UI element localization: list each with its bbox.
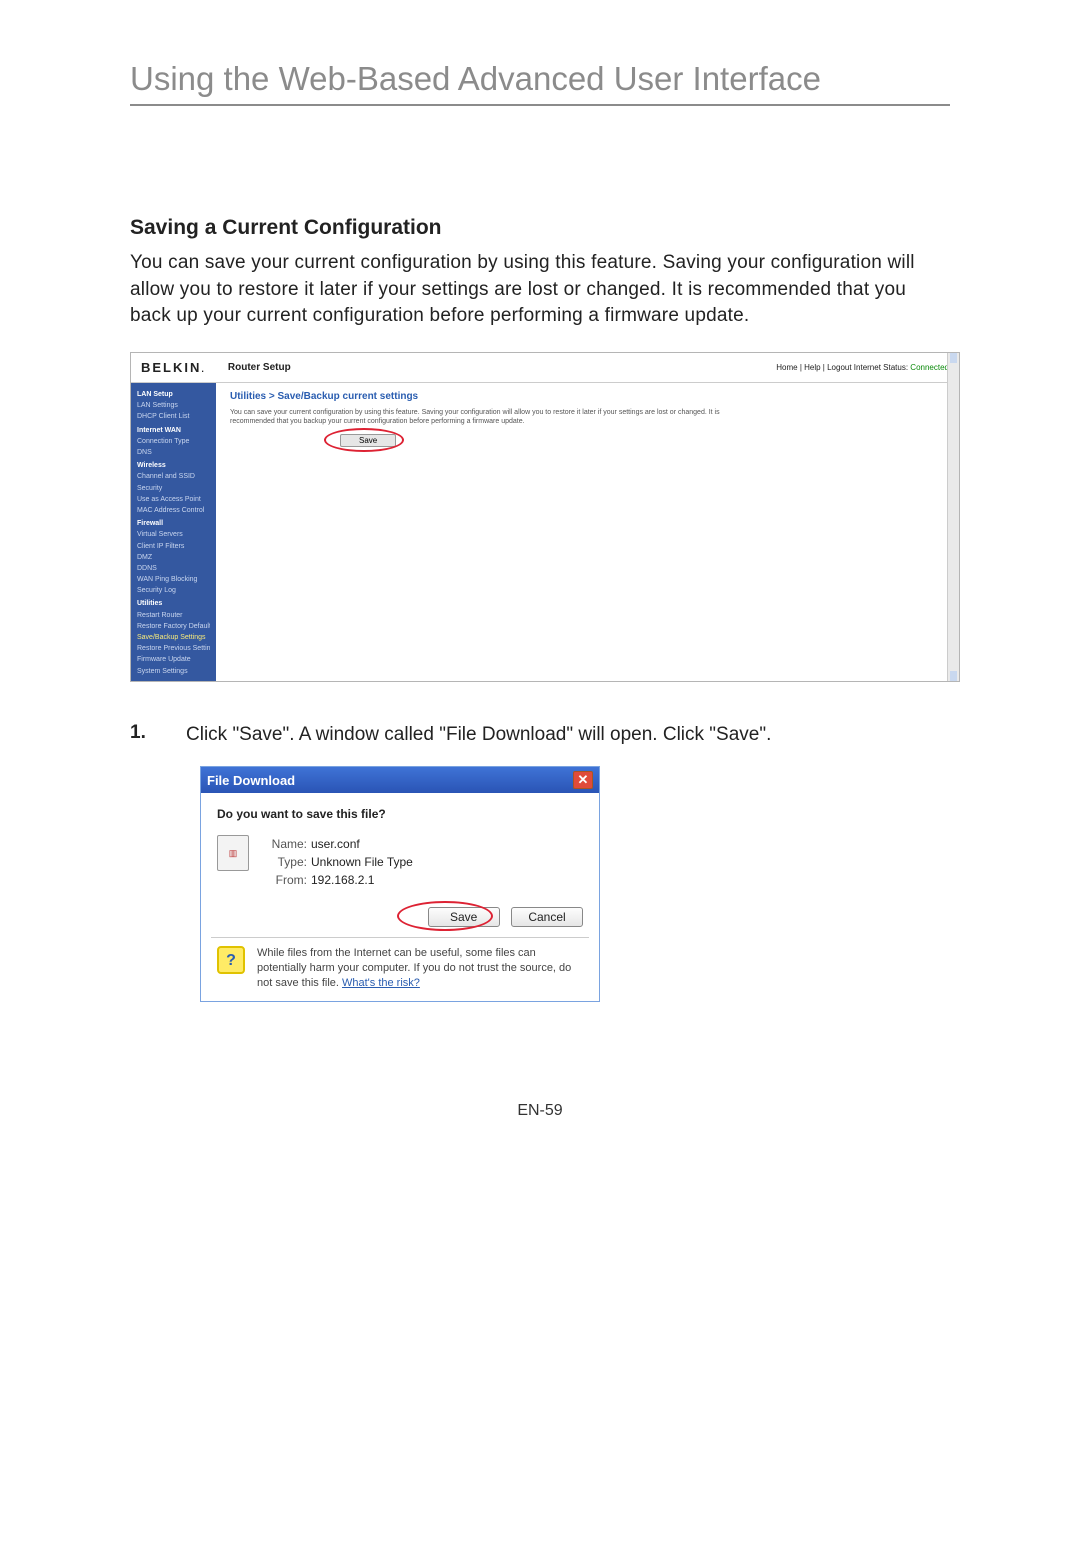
sidebar-item[interactable]: System Settings — [137, 666, 210, 677]
close-icon[interactable]: ✕ — [573, 771, 593, 789]
whats-the-risk-link[interactable]: What's the risk? — [342, 977, 420, 989]
sidebar-item[interactable]: Virtual Servers — [137, 529, 210, 540]
file-icon: ▥ — [217, 835, 249, 871]
step-1: 1. Click "Save". A window called "File D… — [130, 722, 950, 749]
sidebar-item[interactable]: Security — [137, 483, 210, 494]
dialog-question: Do you want to save this file? — [217, 807, 583, 821]
dialog-save-button[interactable]: Save — [428, 907, 500, 927]
file-meta: Name:user.conf Type:Unknown File Type Fr… — [263, 835, 413, 889]
save-button[interactable]: Save — [340, 434, 396, 447]
sidebar-item[interactable]: DHCP Client List — [137, 411, 210, 422]
router-description: You can save your current configuration … — [230, 408, 730, 426]
section-body: You can save your current configuration … — [130, 250, 950, 330]
brand-logo: BELKIN. — [141, 360, 206, 375]
sidebar-item[interactable]: Restart Router — [137, 610, 210, 621]
scrollbar[interactable] — [947, 353, 959, 681]
page-footer: EN-59 — [130, 1102, 950, 1120]
sidebar-item[interactable]: Security Log — [137, 585, 210, 596]
sidebar-item[interactable]: Firewall — [137, 518, 210, 529]
shield-question-icon: ? — [217, 946, 245, 974]
router-sidebar[interactable]: LAN SetupLAN SettingsDHCP Client List Int… — [131, 383, 216, 681]
file-type: Unknown File Type — [311, 855, 413, 869]
divider — [211, 937, 589, 938]
section-heading: Saving a Current Configuration — [130, 216, 950, 240]
breadcrumb: Utilities > Save/Backup current settings — [230, 391, 945, 402]
file-download-dialog: File Download ✕ Do you want to save this… — [200, 766, 600, 1002]
sidebar-item[interactable]: DNS — [137, 447, 210, 458]
sidebar-item[interactable]: WAN Ping Blocking — [137, 574, 210, 585]
sidebar-item[interactable]: Connection Type — [137, 436, 210, 447]
sidebar-item[interactable]: Wireless — [137, 460, 210, 471]
router-header-links[interactable]: Home | Help | Logout Internet Status: Co… — [776, 363, 949, 372]
sidebar-item[interactable]: Restore Factory Default — [137, 621, 210, 632]
file-from: 192.168.2.1 — [311, 873, 374, 887]
dialog-title: File Download — [207, 773, 295, 788]
sidebar-item[interactable]: Firmware Update — [137, 654, 210, 665]
sidebar-item[interactable]: Client IP Filters — [137, 541, 210, 552]
document-page: Using the Web-Based Advanced User Interf… — [0, 0, 1080, 1120]
router-header-title: Router Setup — [228, 362, 291, 373]
status-value: Connected — [910, 363, 949, 372]
sidebar-item[interactable]: DDNS — [137, 563, 210, 574]
sidebar-item[interactable]: Use as Access Point — [137, 494, 210, 505]
sidebar-item[interactable]: Channel and SSID — [137, 471, 210, 482]
step-number: 1. — [130, 722, 158, 749]
dialog-titlebar: File Download ✕ — [201, 767, 599, 793]
sidebar-item[interactable]: DMZ — [137, 552, 210, 563]
router-header: BELKIN. Router Setup Home | Help | Logou… — [131, 353, 959, 383]
router-main: Utilities > Save/Backup current settings… — [216, 383, 959, 681]
sidebar-item[interactable]: Utilities — [137, 598, 210, 609]
sidebar-item[interactable]: LAN Settings — [137, 400, 210, 411]
router-screenshot: BELKIN. Router Setup Home | Help | Logou… — [130, 352, 960, 682]
step-text: Click "Save". A window called "File Down… — [186, 722, 771, 749]
dialog-warning: ? While files from the Internet can be u… — [217, 946, 583, 991]
sidebar-item[interactable]: MAC Address Control — [137, 505, 210, 516]
page-title: Using the Web-Based Advanced User Interf… — [130, 60, 950, 106]
sidebar-item[interactable]: Restore Previous Settings — [137, 643, 210, 654]
sidebar-item[interactable]: Internet WAN — [137, 425, 210, 436]
file-name: user.conf — [311, 837, 360, 851]
dialog-cancel-button[interactable]: Cancel — [511, 907, 583, 927]
sidebar-item[interactable]: Save/Backup Settings — [137, 632, 210, 643]
sidebar-item[interactable]: LAN Setup — [137, 389, 210, 400]
